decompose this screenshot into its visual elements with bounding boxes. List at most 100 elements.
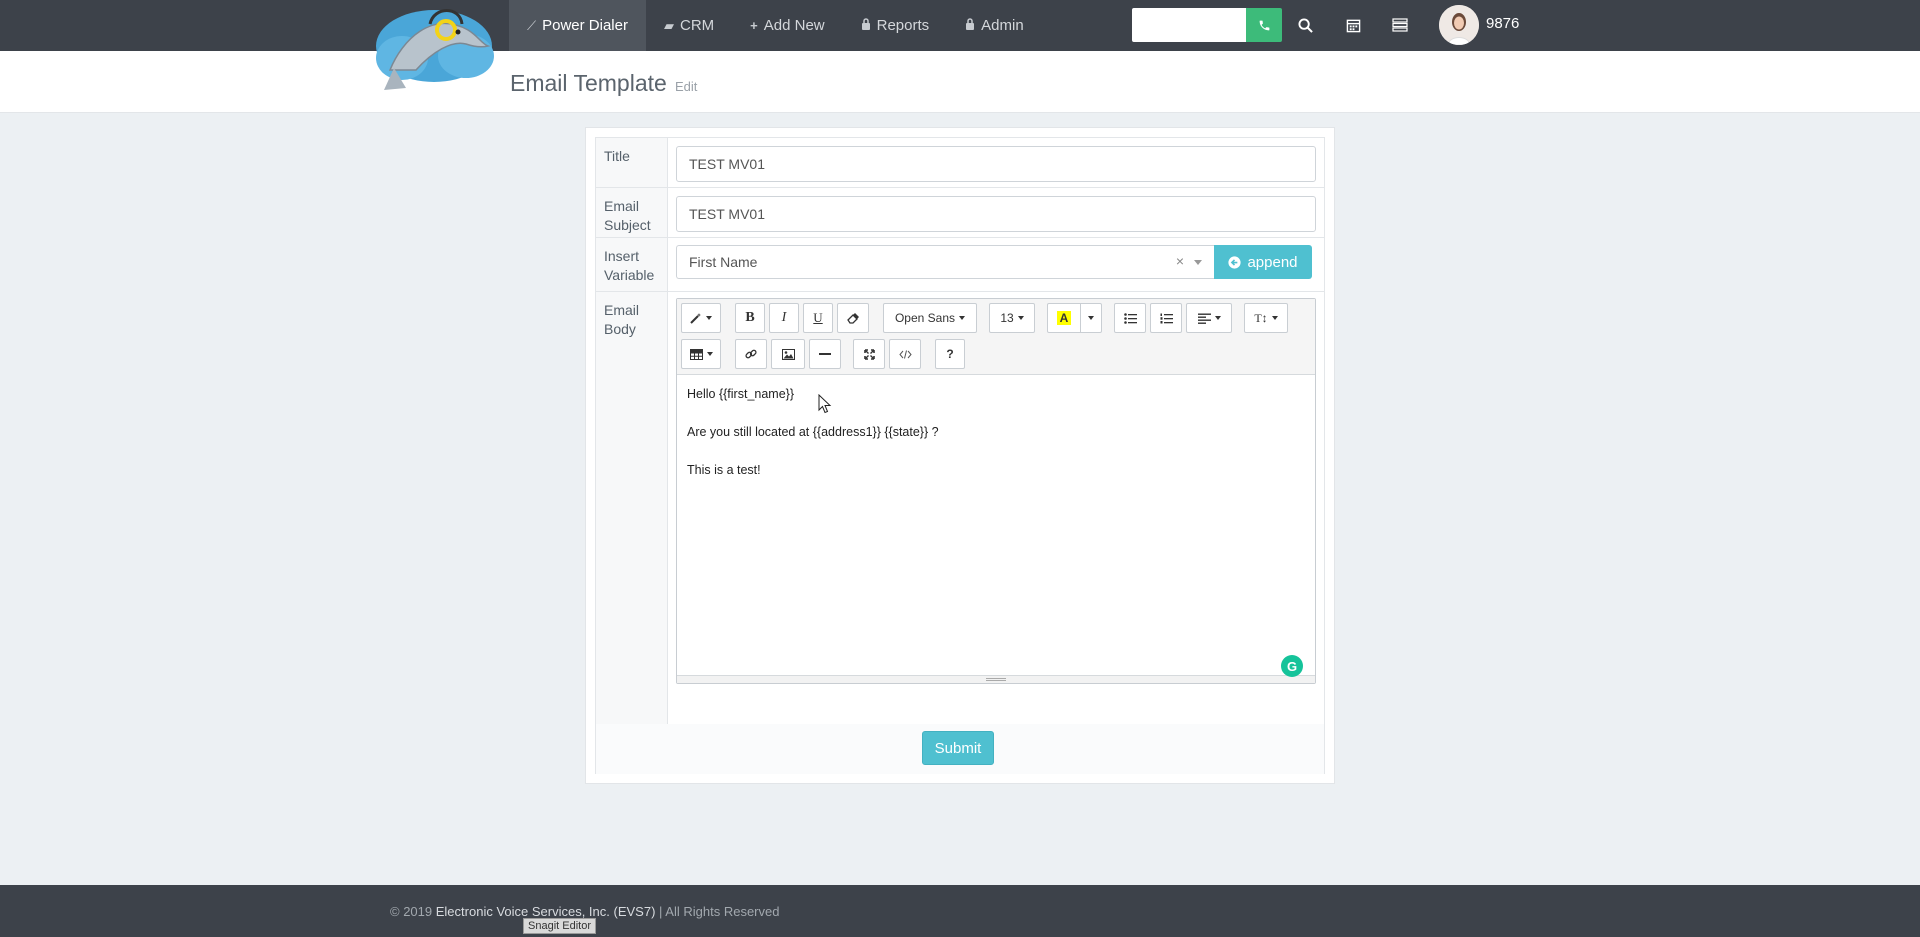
insert-link-button[interactable] xyxy=(735,339,767,369)
main-nav: ⟋ Power Dialer ▰ CRM + Add New Reports A… xyxy=(509,0,1042,51)
chevron-down-icon xyxy=(959,316,966,320)
chevron-down-icon xyxy=(1214,316,1221,320)
nav-admin-label: Admin xyxy=(981,17,1024,34)
font-size-dropdown[interactable]: 13 xyxy=(989,303,1035,333)
grammarly-icon[interactable]: G xyxy=(1281,655,1303,677)
bullet-list-icon xyxy=(1123,312,1137,324)
subject-label: Email Subject xyxy=(596,188,668,237)
numbered-list-icon xyxy=(1160,313,1173,323)
font-family-dropdown[interactable]: Open Sans xyxy=(883,303,977,333)
italic-button[interactable]: I xyxy=(769,303,799,333)
title-input[interactable] xyxy=(676,146,1316,182)
submit-row: Submit xyxy=(596,724,1324,774)
nav-power-dialer[interactable]: ⟋ Power Dialer xyxy=(509,0,646,51)
fullscreen-button[interactable] xyxy=(853,339,885,369)
nav-add-new[interactable]: + Add New xyxy=(732,0,842,51)
call-button[interactable] xyxy=(1246,8,1282,42)
numbered-list-button[interactable] xyxy=(1150,303,1182,333)
list-icon[interactable] xyxy=(1388,13,1412,37)
company-link[interactable]: Electronic Voice Services, Inc. (EVS7) xyxy=(436,904,656,919)
nav-add-new-label: Add New xyxy=(763,17,825,34)
append-button-label: append xyxy=(1247,253,1298,271)
avatar[interactable] xyxy=(1439,5,1479,45)
grip-icon xyxy=(986,678,1006,681)
lock-icon xyxy=(861,18,871,33)
editor-toolbar: B I U Open Sans 13 A T↕ ? xyxy=(677,299,1315,375)
bulleted-list-button[interactable] xyxy=(1114,303,1146,333)
search-icon[interactable] xyxy=(1293,13,1317,37)
subject-row: Email Subject xyxy=(596,188,1324,238)
code-view-button[interactable] xyxy=(889,339,921,369)
paragraph-align-dropdown[interactable] xyxy=(1186,303,1232,333)
footer-copyright: © 2019 Electronic Voice Services, Inc. (… xyxy=(390,904,779,919)
eraser-icon xyxy=(846,313,859,324)
magic-wand-icon xyxy=(690,313,701,324)
wand-icon: ⟋ xyxy=(527,17,537,33)
highlight-color-button[interactable]: A xyxy=(1047,303,1081,333)
append-button[interactable]: append xyxy=(1214,245,1312,279)
lock-icon xyxy=(965,18,975,33)
email-template-form: Title Email Subject Insert Variable Firs… xyxy=(595,137,1325,774)
nav-reports-label: Reports xyxy=(876,17,930,34)
style-dropdown-button[interactable] xyxy=(681,303,721,333)
dial-number-input[interactable] xyxy=(1132,8,1246,42)
nav-admin[interactable]: Admin xyxy=(947,0,1042,51)
variable-selected-value: First Name xyxy=(689,254,758,270)
chevron-down-icon xyxy=(706,316,712,320)
chevron-down-icon xyxy=(1017,316,1024,320)
subject-input[interactable] xyxy=(676,196,1316,232)
nav-crm-label: CRM xyxy=(679,17,715,34)
body-line-greeting: Hello {{first_name}} xyxy=(687,387,795,401)
highlight-icon: A xyxy=(1056,311,1072,325)
chevron-down-icon xyxy=(1088,316,1094,320)
chevron-down-icon[interactable] xyxy=(1194,260,1202,265)
nav-crm[interactable]: ▰ CRM xyxy=(646,0,732,51)
chevron-down-icon xyxy=(1271,316,1278,320)
submit-button[interactable]: Submit xyxy=(922,731,994,765)
body-line-question: Are you still located at {{address1}} {{… xyxy=(687,425,939,439)
variable-select[interactable]: First Name × xyxy=(676,245,1214,279)
horizontal-rule-icon xyxy=(819,353,831,355)
rich-text-editor: B I U Open Sans 13 A T↕ ? Hello {{first_… xyxy=(676,298,1316,684)
page-title: Email Template xyxy=(510,70,667,96)
table-dropdown-button[interactable] xyxy=(681,339,721,369)
arrow-left-icon xyxy=(1228,255,1242,269)
page-header xyxy=(0,51,1920,113)
editor-resize-handle[interactable] xyxy=(677,675,1315,683)
page-footer: © 2019 Electronic Voice Services, Inc. (… xyxy=(0,885,1920,937)
line-height-dropdown[interactable]: T↕ xyxy=(1244,303,1288,333)
body-line-closing: This is a test! xyxy=(687,463,761,477)
editor-content-area[interactable]: Hello {{first_name}} Are you still locat… xyxy=(677,375,1315,675)
nav-reports[interactable]: Reports xyxy=(843,0,948,51)
clear-selection-icon[interactable]: × xyxy=(1176,253,1184,269)
chevron-down-icon xyxy=(706,352,713,356)
bold-button[interactable]: B xyxy=(735,303,765,333)
table-icon xyxy=(689,348,703,360)
code-icon xyxy=(898,349,912,359)
horizontal-rule-button[interactable] xyxy=(809,339,841,369)
align-left-icon xyxy=(1197,313,1211,324)
dolphin-logo[interactable] xyxy=(372,0,496,92)
link-icon xyxy=(745,349,757,359)
variable-row: Insert Variable First Name × append xyxy=(596,238,1324,292)
body-label: Email Body xyxy=(596,292,668,724)
calendar-icon[interactable] xyxy=(1341,13,1365,37)
help-button[interactable]: ? xyxy=(935,339,965,369)
text-height-icon: T↕ xyxy=(1254,310,1268,325)
body-row: Email Body B I U Open Sans 13 A T↕ ? Hel… xyxy=(596,292,1324,724)
plus-icon: + xyxy=(750,18,758,33)
image-icon xyxy=(781,348,795,360)
title-row: Title xyxy=(596,138,1324,188)
copyright-year: © 2019 xyxy=(390,904,433,919)
color-dropdown-button[interactable] xyxy=(1080,303,1102,333)
variable-label: Insert Variable xyxy=(596,238,668,291)
phone-icon xyxy=(1259,20,1269,30)
user-extension[interactable]: 9876 xyxy=(1486,15,1519,32)
page-subtitle: Edit xyxy=(675,79,698,94)
eraser-button[interactable] xyxy=(837,303,869,333)
insert-image-button[interactable] xyxy=(771,339,805,369)
font-size-value: 13 xyxy=(1000,311,1014,325)
fullscreen-icon xyxy=(863,348,875,360)
underline-button[interactable]: U xyxy=(803,303,833,333)
mouse-cursor-icon xyxy=(818,393,832,419)
